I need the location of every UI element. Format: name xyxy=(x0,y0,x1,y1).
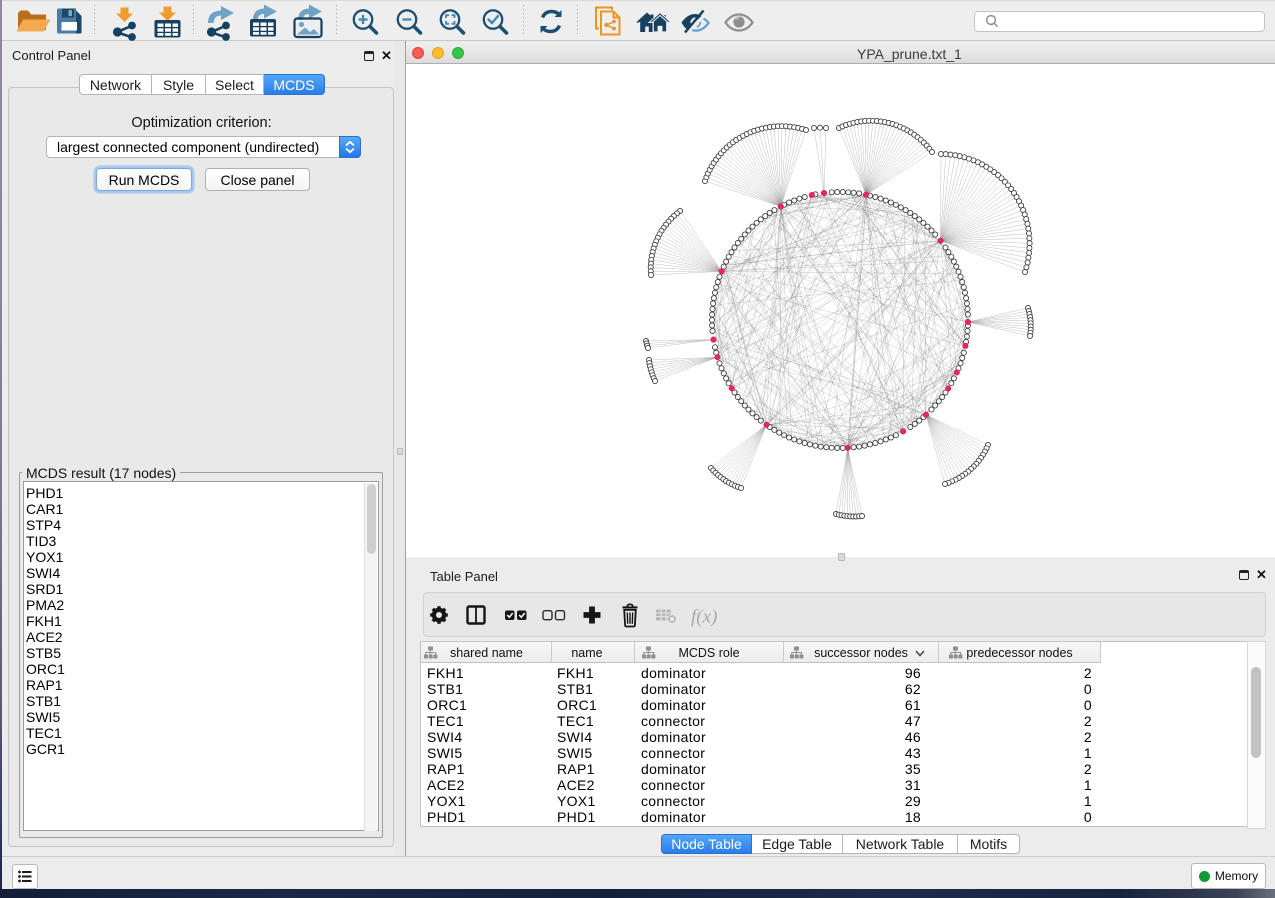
svg-text:f(x): f(x) xyxy=(691,607,717,628)
